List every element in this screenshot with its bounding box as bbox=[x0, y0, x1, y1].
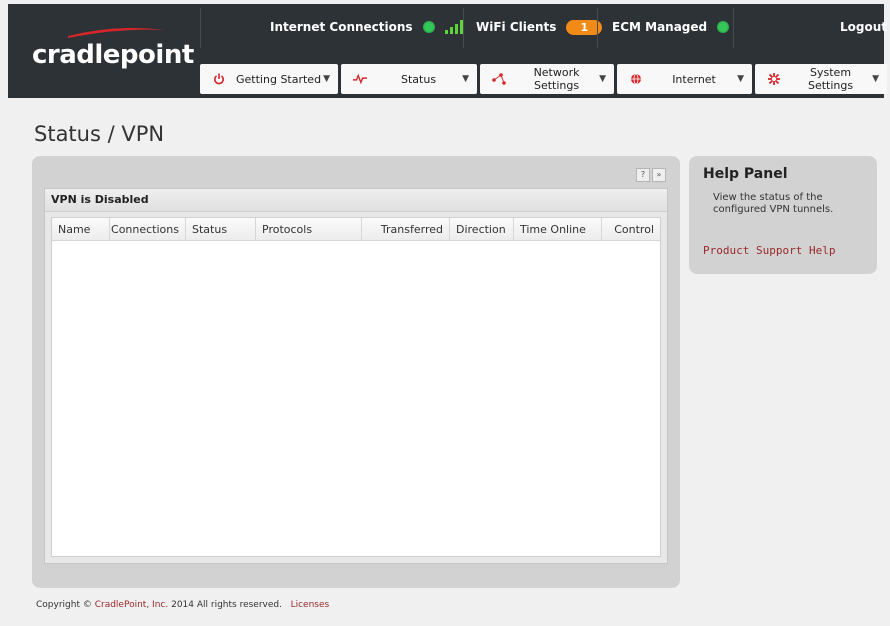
column-header-direction[interactable]: Direction bbox=[450, 218, 514, 240]
vpn-panel: ? » VPN is Disabled Name Connections Sta… bbox=[32, 156, 680, 588]
help-panel: Help Panel View the status of the config… bbox=[689, 156, 877, 274]
column-header-control[interactable]: Control bbox=[602, 218, 660, 240]
vpn-grid: VPN is Disabled Name Connections Status … bbox=[44, 188, 668, 564]
grid-title: VPN is Disabled bbox=[45, 189, 667, 212]
nav-tab-status[interactable]: Status ▼ bbox=[341, 64, 477, 94]
nav-tab-label: Internet bbox=[672, 72, 716, 86]
chevron-down-icon: ▼ bbox=[737, 74, 744, 84]
column-header-name[interactable]: Name bbox=[52, 218, 110, 240]
ecm-status-dot bbox=[717, 21, 730, 33]
pulse-icon bbox=[353, 72, 367, 86]
nav-tab-label: Getting Started bbox=[236, 72, 322, 86]
nav-tab-getting-started[interactable]: Getting Started ▼ bbox=[200, 64, 338, 94]
gear-icon bbox=[767, 72, 781, 86]
app-window: cradlepoint Internet Connections WiFi Cl… bbox=[8, 4, 887, 624]
wifi-clients-indicator[interactable]: WiFi Clients 1 bbox=[476, 4, 603, 50]
nav-tab-label: Network Settings bbox=[533, 66, 580, 92]
footer: Copyright © CradlePoint, Inc. 2014 All r… bbox=[36, 600, 329, 610]
nav-tab-internet[interactable]: Internet ▼ bbox=[617, 64, 752, 94]
nav-tab-system-settings[interactable]: System Settings ▼ bbox=[755, 64, 887, 94]
main-nav: Getting Started ▼ Status ▼ Network Setti… bbox=[200, 64, 887, 94]
power-icon bbox=[212, 72, 226, 86]
chevron-down-icon: ▼ bbox=[872, 74, 879, 84]
connection-status-dot bbox=[422, 21, 435, 33]
nav-tab-label: System Settings bbox=[807, 66, 854, 92]
product-support-help-link[interactable]: Product Support Help bbox=[703, 244, 835, 257]
cradlepoint-link[interactable]: CradlePoint, Inc. bbox=[95, 600, 169, 610]
page-title: Status / VPN bbox=[34, 122, 165, 146]
header: cradlepoint Internet Connections WiFi Cl… bbox=[8, 4, 887, 98]
chevron-down-icon: ▼ bbox=[462, 74, 469, 84]
internet-connections-label: Internet Connections bbox=[270, 20, 413, 34]
table-header: Name Connections Status Protocols Transf… bbox=[52, 218, 660, 241]
panel-tools: ? » bbox=[636, 168, 666, 182]
copyright-suffix: 2014 All rights reserved. bbox=[171, 600, 282, 610]
internet-connections-indicator[interactable]: Internet Connections bbox=[270, 4, 463, 50]
column-header-protocols[interactable]: Protocols bbox=[256, 218, 362, 240]
expand-button[interactable]: » bbox=[652, 168, 666, 182]
wifi-clients-label: WiFi Clients bbox=[476, 20, 557, 34]
ecm-managed-indicator[interactable]: ECM Managed bbox=[612, 4, 730, 50]
logo-text: cradlepoint bbox=[32, 40, 194, 70]
help-button[interactable]: ? bbox=[636, 168, 650, 182]
licenses-link[interactable]: Licenses bbox=[291, 600, 330, 610]
nav-tab-network-settings[interactable]: Network Settings ▼ bbox=[480, 64, 614, 94]
column-header-transferred[interactable]: Transferred bbox=[362, 218, 450, 240]
network-icon bbox=[492, 72, 506, 86]
column-header-time-online[interactable]: Time Online bbox=[514, 218, 602, 240]
globe-icon bbox=[629, 72, 643, 86]
nav-tab-label: Status bbox=[401, 72, 437, 86]
chevron-down-icon: ▼ bbox=[323, 74, 330, 84]
logo-swoosh-icon bbox=[68, 28, 164, 38]
help-panel-title: Help Panel bbox=[703, 166, 788, 182]
copyright-prefix: Copyright © bbox=[36, 600, 92, 610]
column-header-connections[interactable]: Connections bbox=[110, 218, 186, 240]
vpn-table: Name Connections Status Protocols Transf… bbox=[51, 217, 661, 557]
ecm-managed-label: ECM Managed bbox=[612, 20, 708, 34]
status-bar: Internet Connections WiFi Clients 1 ECM … bbox=[200, 4, 887, 56]
signal-bars-icon bbox=[444, 20, 463, 34]
column-header-status[interactable]: Status bbox=[186, 218, 256, 240]
chevron-down-icon: ▼ bbox=[599, 74, 606, 84]
logout-link[interactable]: Logout bbox=[840, 4, 887, 50]
help-panel-description: View the status of the configured VPN tu… bbox=[713, 192, 834, 215]
